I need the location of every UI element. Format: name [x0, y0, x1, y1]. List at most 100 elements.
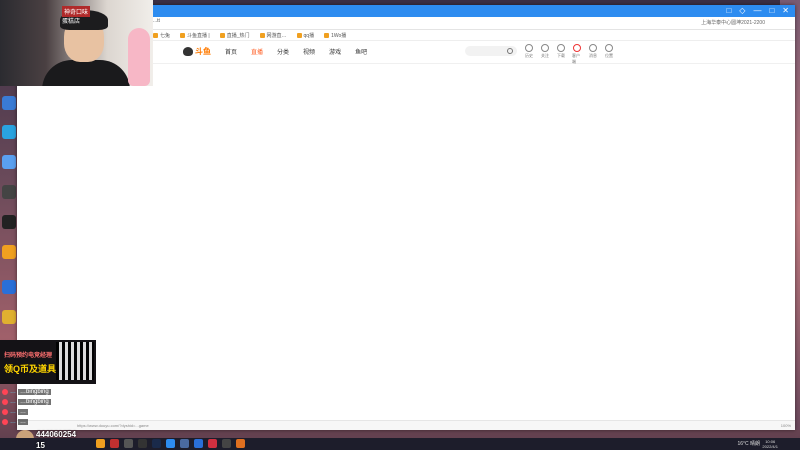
nav-video[interactable]: 视频 [303, 47, 315, 56]
heart-icon [541, 44, 549, 52]
bookmark-label: qq播 [303, 32, 315, 39]
taskbar-app-red[interactable] [110, 439, 119, 448]
desktop-icon-blue[interactable] [2, 280, 16, 294]
desktop-icon-orange[interactable] [2, 245, 16, 259]
webcam-overlay: 神奇口味 蛋糕店 [0, 0, 153, 86]
taskbar-app-blue[interactable] [194, 439, 203, 448]
bookmark-icon [219, 32, 225, 38]
desktop-icon-s[interactable] [2, 155, 16, 169]
nav-category[interactable]: 分类 [277, 47, 289, 56]
taskbar-app-dark[interactable] [138, 439, 147, 448]
badge-icon [2, 399, 8, 405]
address-right-info: 上海华泰中心圆坤2021-2200 [701, 19, 765, 26]
viewer-line-2: 15 [36, 441, 45, 450]
taskbar-app-orange[interactable] [236, 439, 245, 448]
address-right-text: 上海华泰中心圆坤2021-2200 [701, 20, 765, 26]
nav-yuba[interactable]: 鱼吧 [355, 47, 367, 56]
desktop-icon-yellow[interactable] [2, 310, 16, 324]
desktop-icon-game[interactable] [2, 185, 16, 199]
zoom-level[interactable]: 100% [781, 423, 791, 428]
history-icon [525, 44, 533, 52]
taskbar-app-folder[interactable] [96, 439, 105, 448]
chat-message: …… [0, 417, 120, 427]
icon-label: 位置 [605, 53, 613, 58]
history-button[interactable]: 历史 [524, 44, 534, 65]
bookmark-icon [259, 32, 265, 38]
bookmark-label: 七兔 [160, 32, 171, 39]
chat-overlay: … …bingbing … …bingbing …… …… [0, 387, 120, 427]
message-button[interactable]: 消息 [588, 44, 598, 65]
site-nav: 首页 直播 分类 视频 游戏 鱼吧 [225, 47, 367, 56]
client-icon [573, 44, 581, 52]
icon-label: 下载 [557, 53, 565, 58]
window-ctrl-1[interactable]: □ [726, 6, 731, 15]
chat-user: … [10, 419, 16, 425]
taskbar-app-steam[interactable] [152, 439, 161, 448]
taskbar: 16°C 晴朗 10:06 2022/4/1 [0, 438, 800, 450]
taskbar-apps [96, 439, 245, 448]
douyu-logo-icon [183, 47, 193, 56]
chat-text: … [18, 409, 28, 415]
icon-label: 客户端 [572, 53, 580, 64]
chat-user: … [10, 399, 16, 405]
download-button[interactable]: 下载 [556, 44, 566, 65]
badge-icon [2, 419, 8, 425]
desktop-icon-edge[interactable] [2, 125, 16, 139]
nav-live[interactable]: 直播 [251, 47, 263, 56]
search-input[interactable] [465, 46, 517, 56]
window-ctrl-2[interactable]: ◇ [739, 6, 745, 15]
plush-toy [128, 28, 150, 86]
maximize-button[interactable]: □ [769, 6, 774, 15]
folder-icon [557, 44, 565, 52]
bookmark-item[interactable]: qq播 [296, 32, 315, 39]
bookmark-label: 1Wo播 [331, 32, 347, 39]
taskbar-app-s[interactable] [180, 439, 189, 448]
icon-label: 历史 [525, 53, 533, 58]
chat-user: … [10, 409, 16, 415]
bookmark-item[interactable]: 直播_热门 [219, 32, 250, 39]
system-tray: 16°C 晴朗 [737, 440, 760, 447]
nav-game[interactable]: 游戏 [329, 47, 341, 56]
streamer-body [42, 60, 130, 86]
chat-text: … [18, 419, 28, 425]
qr-code-icon [56, 342, 94, 380]
bookmark-icon [153, 32, 158, 38]
taskbar-app-browser[interactable] [166, 439, 175, 448]
promo-line-2: 领Q币及道具 [4, 364, 57, 374]
nav-home[interactable]: 首页 [225, 47, 237, 56]
address-input[interactable]: ...tt [153, 18, 160, 24]
client-button[interactable]: 客户端 [572, 44, 582, 65]
logo-text: 斗鱼 [195, 47, 211, 56]
pin-icon [605, 44, 613, 52]
taskbar-app-red2[interactable] [208, 439, 217, 448]
promo-box: 扫码预约电竞经理 领Q币及道具 [0, 340, 96, 384]
minimize-button[interactable]: — [753, 6, 761, 15]
bookmark-item[interactable]: 网游直… [259, 32, 287, 39]
bookmark-item[interactable]: 七兔 [153, 32, 170, 39]
follow-button[interactable]: 关注 [540, 44, 550, 65]
weather-widget[interactable]: 16°C 晴朗 [737, 440, 760, 447]
icon-label: 关注 [541, 53, 549, 58]
bell-icon [589, 44, 597, 52]
chat-message: …… [0, 407, 120, 417]
search-icon[interactable] [507, 48, 513, 54]
location-button[interactable]: 位置 [604, 44, 614, 65]
desktop-icon-dark[interactable] [2, 215, 16, 229]
bookmark-icon [296, 32, 302, 38]
bookmark-item[interactable]: 1Wo播 [324, 32, 346, 39]
bookmark-icon [180, 32, 186, 38]
taskbar-app-gray2[interactable] [222, 439, 231, 448]
taskbar-app-gray[interactable] [124, 439, 133, 448]
header-icons: 历史 关注 下载 客户端 消息 位置 [524, 44, 614, 65]
clock-date: 2022/4/1 [762, 444, 778, 449]
badge-icon [2, 409, 8, 415]
site-logo[interactable]: 斗鱼 [183, 46, 211, 57]
bookmark-label: 直播_热门 [226, 32, 250, 39]
desktop-icon-1[interactable] [2, 96, 16, 110]
taskbar-clock[interactable]: 10:06 2022/4/1 [762, 439, 778, 449]
bookmark-item[interactable]: 斗鱼直播 | [180, 32, 210, 39]
chat-message: … …bingbing [0, 397, 120, 407]
chat-message: … …bingbing [0, 387, 120, 397]
background-sign-2: 蛋糕店 [62, 19, 81, 25]
close-button[interactable]: ✕ [782, 6, 789, 15]
